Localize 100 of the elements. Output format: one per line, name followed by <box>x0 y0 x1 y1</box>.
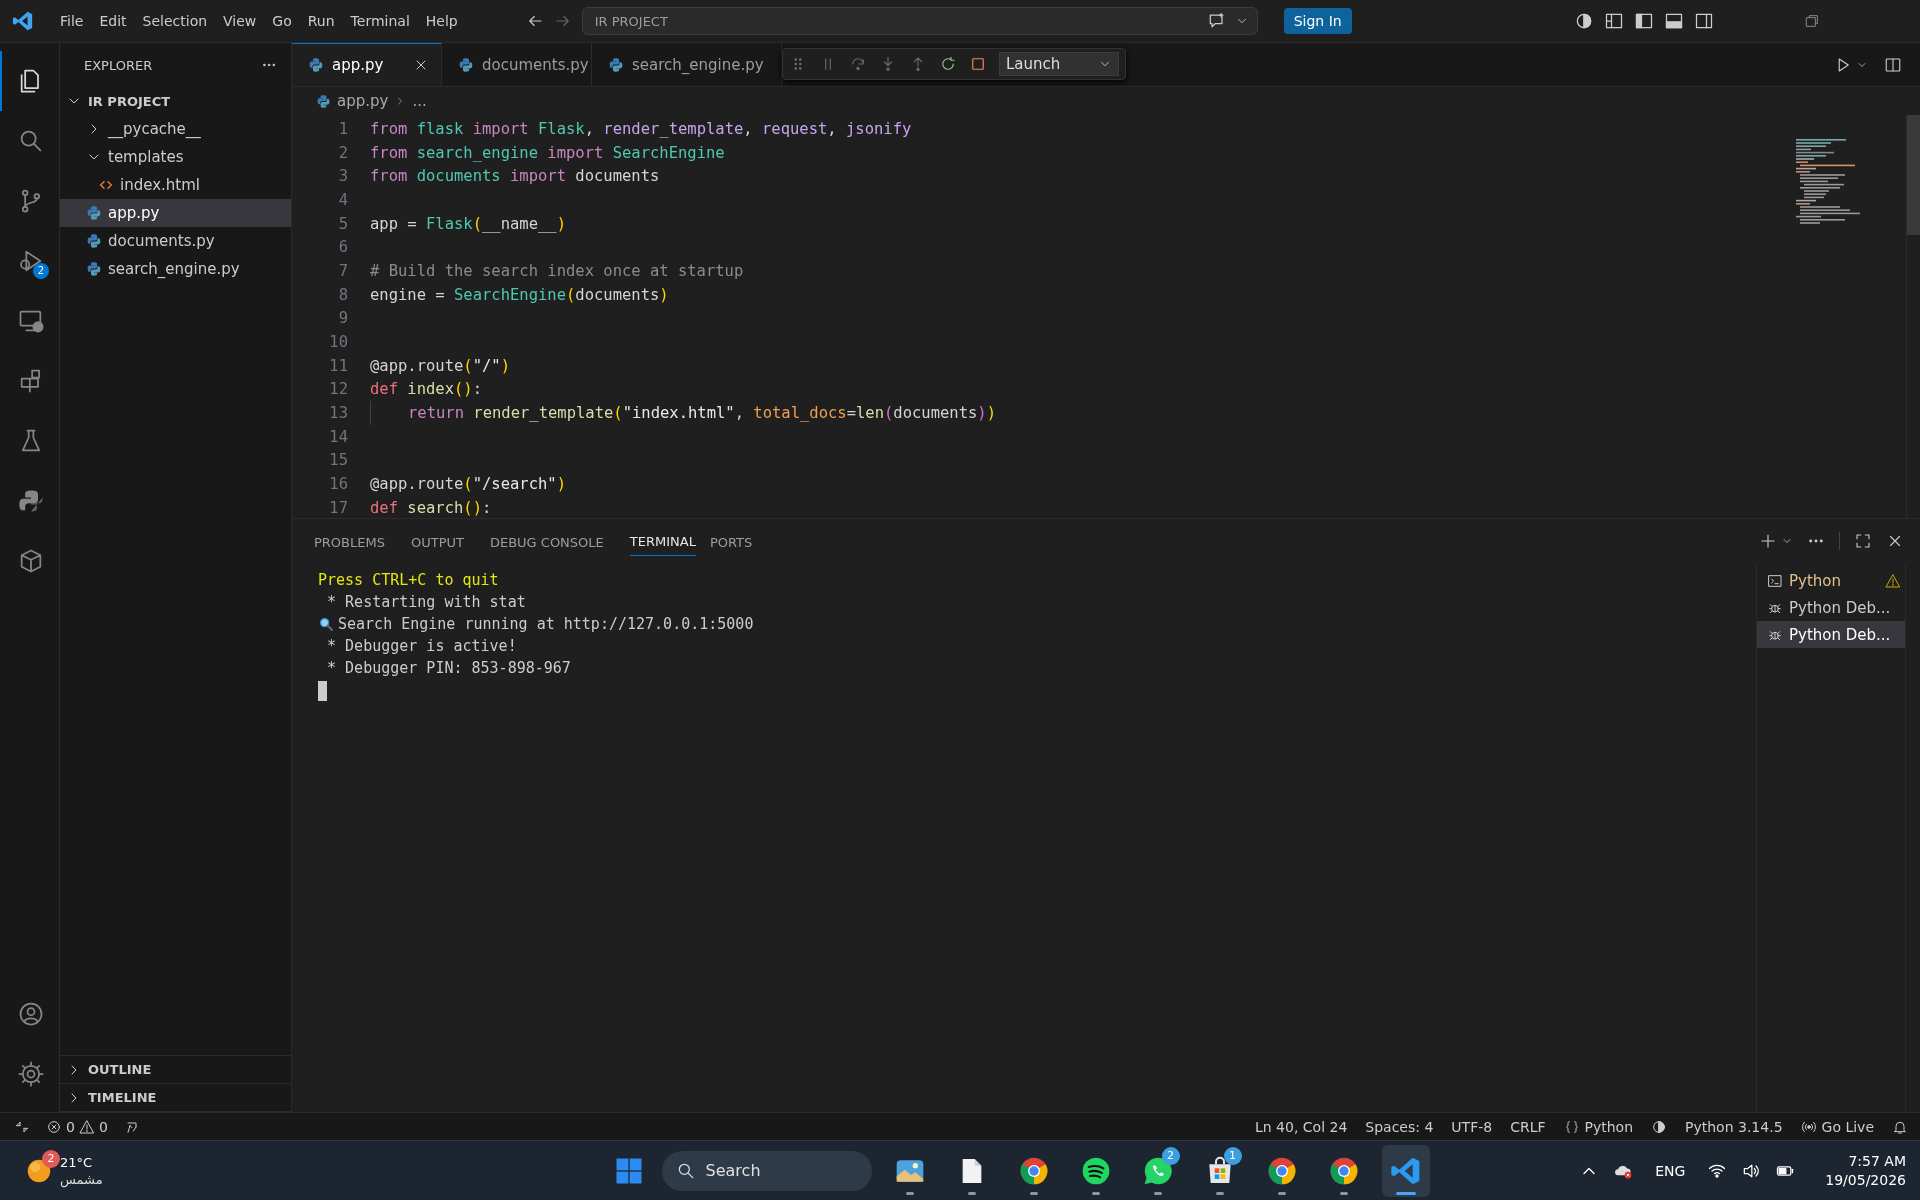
line-number: 3 <box>337 167 348 186</box>
status-item[interactable]: Python 3.14.5 <box>1685 1118 1783 1135</box>
panel-tab[interactable]: TERMINAL <box>629 526 696 556</box>
tree-item[interactable]: documents.py <box>60 227 291 255</box>
line-number: 6 <box>337 238 348 257</box>
terminal-session[interactable]: Python Deb... <box>1757 594 1905 621</box>
python-file-icon <box>86 233 102 249</box>
terminal-session[interactable]: Python <box>1757 567 1905 594</box>
tree-item[interactable]: search_engine.py <box>60 255 291 283</box>
clock[interactable]: 7:57 AM 19/05/2026 <box>1825 1151 1906 1190</box>
python-file-icon <box>316 93 331 109</box>
command-center-text: IR PROJECT <box>594 13 669 29</box>
layout-toggle-icon[interactable] <box>1664 11 1684 31</box>
temperature: 21°C <box>60 1153 94 1171</box>
code-line: def search(): <box>370 497 492 519</box>
line-number: 15 <box>328 451 348 470</box>
scrollbar-thumb[interactable] <box>1907 115 1920 235</box>
code-line: @app.route("/search") <box>370 474 566 496</box>
stop-icon[interactable] <box>969 55 987 73</box>
code-line: # Build the search index once at startup <box>370 260 744 282</box>
code-line: from flask import Flask, render_template, request, jsonify <box>370 118 912 140</box>
line-number: 13 <box>328 404 348 423</box>
line-number: 16 <box>328 475 348 494</box>
vscode-logo-icon <box>12 10 34 32</box>
status-item[interactable]: UTF-8 <box>1451 1118 1493 1135</box>
menu-item[interactable]: File <box>52 9 92 33</box>
line-number: 4 <box>337 190 348 209</box>
sign-in-button[interactable]: Sign In <box>1283 8 1352 34</box>
code-line: @app.route("/") <box>370 355 510 377</box>
line-number: 5 <box>337 214 348 233</box>
status-item[interactable]: Ln 40, Col 24 <box>1254 1118 1348 1135</box>
language-mode[interactable]: Python <box>1563 1118 1634 1135</box>
count-badge: 1 <box>1223 1146 1242 1165</box>
maximize-panel-icon[interactable] <box>1854 532 1872 550</box>
tree-item[interactable]: __pycache__ <box>60 115 291 143</box>
editor-tab[interactable]: app.py <box>292 43 442 86</box>
line-number: 10 <box>328 333 348 352</box>
layout-toggle-icon[interactable] <box>1694 11 1714 31</box>
weather-condition: مشمس <box>60 1170 103 1188</box>
error-icon <box>46 1118 62 1135</box>
line-number: 9 <box>337 309 348 328</box>
menu-item[interactable]: Selection <box>134 9 216 33</box>
code-line: from search_engine import SearchEngine <box>370 142 725 164</box>
breadcrumb-item[interactable]: app.py <box>337 92 389 110</box>
code-line: return render_template("index.html", total_docs=len(documents)) <box>370 401 996 425</box>
split-editor-icon[interactable] <box>1884 55 1902 74</box>
terminal-line: * Debugger PIN: 853-898-967 <box>326 658 572 679</box>
line-number: 14 <box>328 427 348 446</box>
restore-window-icon[interactable] <box>1804 13 1820 29</box>
taskbar-search[interactable]: Search <box>661 1150 872 1191</box>
go-live-button[interactable]: Go Live <box>1800 1118 1874 1135</box>
launch-dropdown[interactable]: Launch <box>999 52 1119 76</box>
menu-item[interactable]: Go <box>264 9 300 33</box>
code-line: engine = SearchEngine(documents) <box>370 284 669 306</box>
line-number: 2 <box>337 143 348 162</box>
panel-tab[interactable]: PROBLEMS <box>314 526 397 556</box>
panel-tab[interactable]: DEBUG CONSOLE <box>489 526 616 556</box>
tree-item[interactable]: index.html <box>60 171 291 199</box>
settings-icon[interactable] <box>16 1060 45 1088</box>
code-line: app = Flask(__name__) <box>370 213 566 235</box>
line-number: 11 <box>328 356 348 375</box>
menu-item[interactable]: Help <box>417 9 466 33</box>
layout-toggle-icon[interactable] <box>1634 11 1654 31</box>
terminal-session[interactable]: Python Deb... <box>1757 621 1905 648</box>
terminal-line: Press CTRL+C to quit <box>318 570 500 591</box>
line-number: 17 <box>328 498 348 517</box>
terminal-cursor <box>318 681 327 701</box>
layout-toggle-icon[interactable] <box>1604 11 1624 31</box>
section-header[interactable]: OUTLINE <box>60 1056 291 1084</box>
new-terminal-icon[interactable] <box>1759 532 1777 550</box>
line-number: 8 <box>337 285 348 304</box>
tree-root[interactable]: IR PROJECT <box>60 87 291 115</box>
code-line: from documents import documents <box>370 166 660 188</box>
command-center[interactable]: IR PROJECT <box>581 7 1258 35</box>
python-file-icon <box>608 56 624 73</box>
input-language[interactable]: ENG <box>1655 1162 1686 1179</box>
line-number: 1 <box>337 119 348 138</box>
tree-item[interactable]: app.py <box>60 199 291 227</box>
panel-tab[interactable]: PORTS <box>709 526 765 556</box>
line-number: 7 <box>337 261 348 280</box>
python-file-icon <box>308 57 324 73</box>
panel-tab[interactable]: OUTPUT <box>410 526 476 556</box>
menu-item[interactable]: Run <box>299 9 343 33</box>
restart-icon[interactable] <box>939 55 957 73</box>
menu-item[interactable]: Terminal <box>342 9 418 33</box>
python-file-icon <box>458 56 474 73</box>
tree-item[interactable]: templates <box>60 143 291 171</box>
status-item[interactable]: Spaces: 4 <box>1365 1118 1434 1135</box>
problems-indicator[interactable]: 0 0 <box>46 1118 108 1135</box>
terminal-line: Search Engine running at http://127.0.0.1:5000 <box>338 615 754 633</box>
status-item[interactable]: CRLF <box>1510 1118 1546 1135</box>
menu-item[interactable]: Edit <box>91 9 135 33</box>
editor-tab[interactable]: documents.py <box>442 43 592 86</box>
python-file-icon <box>86 205 102 221</box>
menu-item[interactable]: View <box>215 9 265 33</box>
terminal-line: * Restarting with stat <box>326 592 527 613</box>
magnifier-icon <box>318 616 334 632</box>
warning-icon <box>78 1118 95 1135</box>
step-over-icon[interactable] <box>849 55 867 73</box>
breadcrumb-item[interactable]: ... <box>412 92 427 110</box>
